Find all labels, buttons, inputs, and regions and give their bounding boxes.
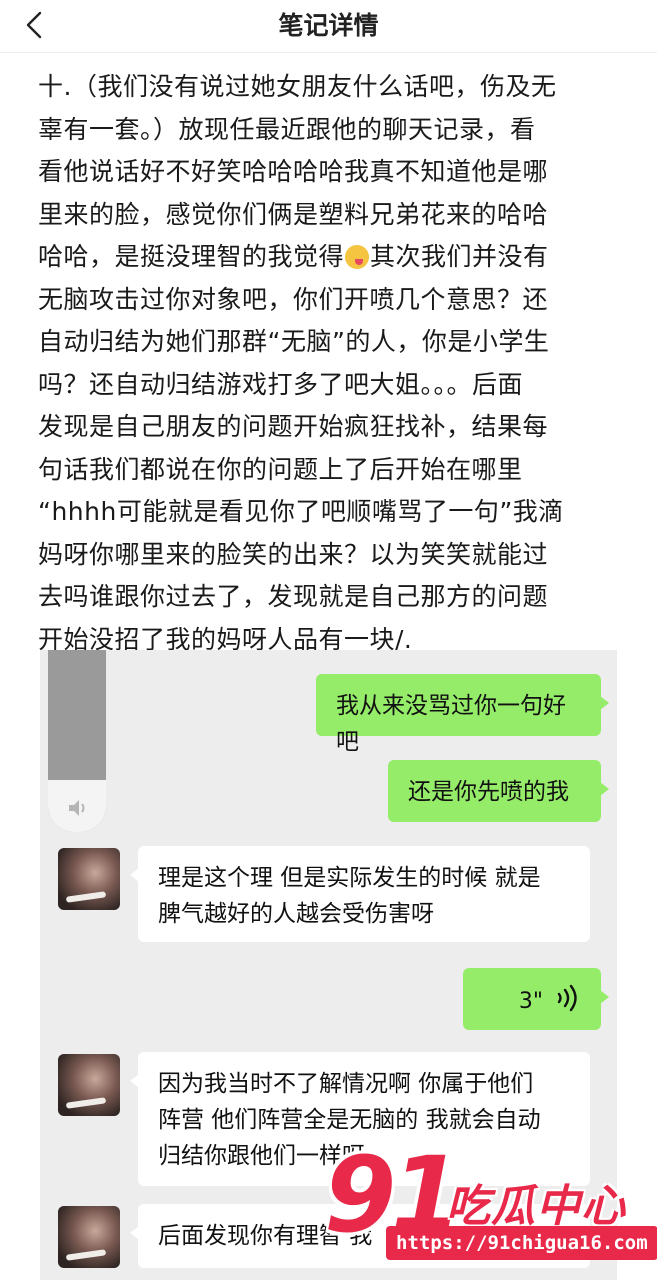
back-button[interactable] (20, 10, 50, 40)
chat-message-outgoing: 我从来没骂过你一句好吧 (316, 674, 609, 755)
note-line: 辜有一套。）放现任最近跟他的聊天记录，看 (38, 114, 536, 144)
avatar[interactable] (58, 848, 120, 910)
crazy-face-emoji-icon (345, 245, 370, 269)
note-line: 去吗谁跟你过去了，发现就是自己那方的问题 (38, 582, 549, 611)
note-body: 十.（我们没有说过她女朋友什么话吧，伤及无 辜有一套。）放现任最近跟他的聊天记录… (38, 66, 624, 661)
message-text: 还是你先喷的我 (408, 779, 569, 805)
note-line: 发现是自己朋友的问题开始疯狂找补，结果每 (38, 412, 549, 441)
note-line: 句话我们都说在你的问题上了后开始在哪里 (38, 454, 523, 484)
watermark-url: https://91chigua16.com (386, 1226, 657, 1260)
note-line: 哈哈，是挺没理智的我觉得 其次我们并没有 (38, 236, 624, 279)
avatar[interactable] (58, 1206, 120, 1268)
chat-message-outgoing: 还是你先喷的我 (388, 760, 609, 822)
site-watermark-logo: 91 吃瓜中心 https://91chigua16.com (318, 1140, 657, 1280)
speaker-icon (69, 800, 85, 816)
message-text: 理是这个理 但是实际发生的时候 就是 (158, 865, 541, 891)
message-text: 因为我当时不了解情况啊 你属于他们 (158, 1071, 534, 1097)
note-line-part: 其次我们并没有 (370, 242, 549, 271)
note-line: 自动归结为她们那群“无脑”的人，你是小学生 (38, 327, 550, 356)
note-line: 妈呀你哪里来的脸笑的出来？以为笑笑就能过 (38, 539, 549, 569)
note-line: “hhhh可能就是看见你了吧顺嘴骂了一句”我滴 (38, 497, 564, 526)
voice-duration: 3" (518, 989, 543, 1014)
floating-voice-widget (48, 650, 106, 832)
note-line-part: 哈哈，是挺没理智的我觉得 (38, 242, 345, 271)
chevron-left-icon (26, 11, 42, 39)
message-text: 我从来没骂过你一句好吧 (336, 693, 566, 755)
message-text: 阵营 他们阵营全是无脑的 我就会自动 (158, 1107, 541, 1133)
note-line: 十.（我们没有说过她女朋友什么话吧，伤及无 (38, 72, 557, 101)
note-line: 看他说话好不好笑哈哈哈哈我真不知道他是哪 (38, 157, 549, 186)
voice-message-outgoing[interactable]: 3" (463, 968, 609, 1030)
page-title: 笔记详情 (278, 11, 379, 40)
top-nav-bar: 笔记详情 (0, 0, 657, 53)
voice-wave-icon (557, 984, 577, 1012)
avatar[interactable] (58, 1054, 120, 1116)
note-line: 无脑攻击过你对象吧，你们开喷几个意思？还 (38, 284, 549, 314)
note-line: 里来的脸，感觉你们俩是塑料兄弟花来的哈哈 (38, 199, 549, 229)
chat-message-incoming: 理是这个理 但是实际发生的时候 就是 脾气越好的人越会受伤害呀 (130, 846, 590, 942)
note-line: 吗？还自动归结游戏打多了吧大姐。。。后面 (38, 369, 524, 399)
message-text: 脾气越好的人越会受伤害呀 (158, 901, 434, 927)
watermark-brand: 吃瓜中心 (446, 1181, 626, 1232)
